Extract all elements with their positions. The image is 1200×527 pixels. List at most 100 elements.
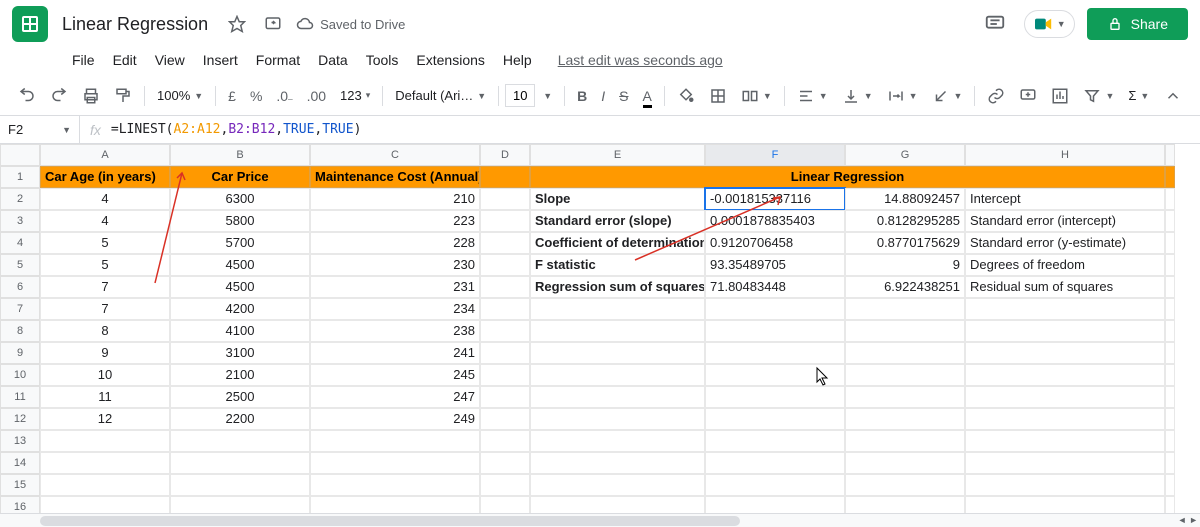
cell-B10[interactable]: 2100 xyxy=(170,364,310,386)
row-header-4[interactable]: 4 xyxy=(0,232,40,254)
cell-G2[interactable]: 14.88092457 xyxy=(845,188,965,210)
cell-F16[interactable] xyxy=(705,496,845,513)
cell-D15[interactable] xyxy=(480,474,530,496)
cell-C15[interactable] xyxy=(310,474,480,496)
strikethrough-button[interactable]: S xyxy=(613,82,634,110)
cell-C9[interactable]: 241 xyxy=(310,342,480,364)
cell-H4[interactable]: Standard error (y-estimate) xyxy=(965,232,1165,254)
percent-button[interactable]: % xyxy=(244,82,268,110)
row-header-13[interactable]: 13 xyxy=(0,430,40,452)
bold-button[interactable]: B xyxy=(571,82,593,110)
cell-C14[interactable] xyxy=(310,452,480,474)
cell-G9[interactable] xyxy=(845,342,965,364)
cell-H14[interactable] xyxy=(965,452,1165,474)
cell-F15[interactable] xyxy=(705,474,845,496)
text-color-button[interactable]: A xyxy=(637,82,658,110)
cell-H6[interactable]: Residual sum of squares xyxy=(965,276,1165,298)
row-header-11[interactable]: 11 xyxy=(0,386,40,408)
horizontal-scrollbar[interactable]: ◄ ► xyxy=(0,513,1200,527)
cell-A10[interactable]: 10 xyxy=(40,364,170,386)
cell-B11[interactable]: 2500 xyxy=(170,386,310,408)
cell-F7[interactable] xyxy=(705,298,845,320)
column-header-F[interactable]: F xyxy=(705,144,845,166)
row-header-7[interactable]: 7 xyxy=(0,298,40,320)
cell-F3[interactable]: 0.0001878835403 xyxy=(705,210,845,232)
row-header-6[interactable]: 6 xyxy=(0,276,40,298)
cell-A8[interactable]: 8 xyxy=(40,320,170,342)
zoom-dropdown[interactable]: 100% ▼ xyxy=(151,84,209,107)
doc-title[interactable]: Linear Regression xyxy=(56,12,214,37)
name-box[interactable]: F2 ▼ xyxy=(0,116,80,143)
currency-button[interactable]: £ xyxy=(222,82,242,110)
cell-E14[interactable] xyxy=(530,452,705,474)
sheets-logo[interactable] xyxy=(12,6,48,42)
cell-F6[interactable]: 71.80483448 xyxy=(705,276,845,298)
cell-G12[interactable] xyxy=(845,408,965,430)
undo-button[interactable] xyxy=(12,81,42,111)
meet-icon[interactable]: ▼ xyxy=(1024,10,1075,38)
cell-G5[interactable]: 9 xyxy=(845,254,965,276)
cell-B7[interactable]: 4200 xyxy=(170,298,310,320)
cell-A6[interactable]: 7 xyxy=(40,276,170,298)
cell-D1[interactable] xyxy=(480,166,530,188)
row-header-14[interactable]: 14 xyxy=(0,452,40,474)
cell-G16[interactable] xyxy=(845,496,965,513)
cell-E5[interactable]: F statistic xyxy=(530,254,705,276)
column-header-G[interactable]: G xyxy=(845,144,965,166)
cell-G10[interactable] xyxy=(845,364,965,386)
borders-button[interactable] xyxy=(703,81,733,111)
column-header-C[interactable]: C xyxy=(310,144,480,166)
row-header-15[interactable]: 15 xyxy=(0,474,40,496)
cell-C1[interactable]: Maintenance Cost (Annual) xyxy=(310,166,480,188)
cell-D13[interactable] xyxy=(480,430,530,452)
cell-E16[interactable] xyxy=(530,496,705,513)
cell-F12[interactable] xyxy=(705,408,845,430)
text-rotation-dropdown[interactable]: ▼ xyxy=(926,83,969,109)
cell-H8[interactable] xyxy=(965,320,1165,342)
cell-F10[interactable] xyxy=(705,364,845,386)
cell-B16[interactable] xyxy=(170,496,310,513)
cell-A9[interactable]: 9 xyxy=(40,342,170,364)
cell-G13[interactable] xyxy=(845,430,965,452)
menu-data[interactable]: Data xyxy=(310,48,356,72)
functions-dropdown[interactable]: Σ ▼ xyxy=(1122,84,1155,107)
cell-E15[interactable] xyxy=(530,474,705,496)
cell-C3[interactable]: 223 xyxy=(310,210,480,232)
cell-D8[interactable] xyxy=(480,320,530,342)
cell-C6[interactable]: 231 xyxy=(310,276,480,298)
cell-H9[interactable] xyxy=(965,342,1165,364)
sheet-nav-arrows[interactable]: ◄ ► xyxy=(1178,515,1198,525)
horizontal-align-dropdown[interactable]: ▼ xyxy=(791,83,834,109)
cell-D4[interactable] xyxy=(480,232,530,254)
cell-D7[interactable] xyxy=(480,298,530,320)
star-icon[interactable] xyxy=(224,11,250,37)
cell-A13[interactable] xyxy=(40,430,170,452)
cell-C11[interactable]: 247 xyxy=(310,386,480,408)
cell-F2[interactable]: -0.001815337116 xyxy=(705,188,845,210)
cell-F9[interactable] xyxy=(705,342,845,364)
collapse-toolbar-button[interactable] xyxy=(1158,81,1188,111)
redo-button[interactable] xyxy=(44,81,74,111)
font-size-input[interactable] xyxy=(505,84,535,107)
spreadsheet-grid[interactable]: ABCDEFGH1Car Age (in years)Car PriceMain… xyxy=(0,144,1175,513)
cell-A15[interactable] xyxy=(40,474,170,496)
cell-H10[interactable] xyxy=(965,364,1165,386)
cell-D16[interactable] xyxy=(480,496,530,513)
cell-C7[interactable]: 234 xyxy=(310,298,480,320)
cell-E9[interactable] xyxy=(530,342,705,364)
row-header-9[interactable]: 9 xyxy=(0,342,40,364)
cell-B1[interactable]: Car Price xyxy=(170,166,310,188)
cell-E12[interactable] xyxy=(530,408,705,430)
menu-format[interactable]: Format xyxy=(248,48,308,72)
cell-E3[interactable]: Standard error (slope) xyxy=(530,210,705,232)
cell-B12[interactable]: 2200 xyxy=(170,408,310,430)
cell-H12[interactable] xyxy=(965,408,1165,430)
cell-B9[interactable]: 3100 xyxy=(170,342,310,364)
cell-A14[interactable] xyxy=(40,452,170,474)
cell-E4[interactable]: Coefficient of determination xyxy=(530,232,705,254)
insert-link-button[interactable] xyxy=(981,81,1011,111)
move-to-icon[interactable] xyxy=(260,11,286,37)
cell-E8[interactable] xyxy=(530,320,705,342)
cell-C12[interactable]: 249 xyxy=(310,408,480,430)
cell-D3[interactable] xyxy=(480,210,530,232)
